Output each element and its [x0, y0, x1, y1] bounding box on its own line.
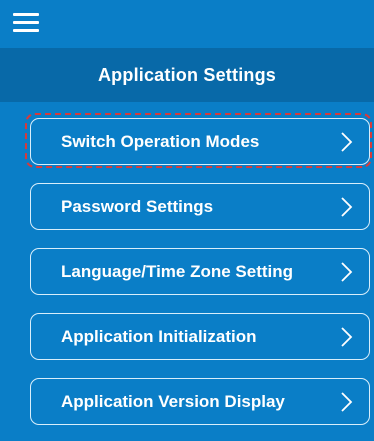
settings-menu: Switch Operation Modes Password Settings… — [0, 102, 374, 441]
chevron-right-icon — [337, 196, 355, 218]
hamburger-line — [13, 21, 39, 24]
chevron-right-icon — [337, 261, 355, 283]
menu-item-label: Language/Time Zone Setting — [61, 261, 294, 281]
hamburger-line — [13, 29, 39, 32]
chevron-right-icon — [337, 131, 355, 153]
menu-item-language-time-zone-setting[interactable]: Language/Time Zone Setting — [30, 248, 370, 295]
menu-item-application-initialization[interactable]: Application Initialization — [30, 313, 370, 360]
app-screen: Application Settings Switch Operation Mo… — [0, 0, 374, 441]
menu-item-label: Switch Operation Modes — [61, 131, 260, 151]
page-title: Application Settings — [97, 64, 276, 85]
menu-item-switch-operation-modes[interactable]: Switch Operation Modes — [30, 118, 370, 165]
menu-item-label: Password Settings — [61, 196, 214, 216]
hamburger-menu-icon[interactable] — [10, 10, 42, 36]
menu-item-label: Application Initialization — [61, 326, 257, 346]
menu-item-label: Application Version Display — [61, 391, 285, 411]
chevron-right-icon — [337, 391, 355, 413]
title-bar: Application Settings — [0, 48, 374, 102]
hamburger-line — [13, 13, 39, 16]
menu-item-application-version-display[interactable]: Application Version Display — [30, 378, 370, 425]
menu-item-password-settings[interactable]: Password Settings — [30, 183, 370, 230]
chevron-right-icon — [337, 326, 355, 348]
top-bar — [0, 0, 374, 48]
